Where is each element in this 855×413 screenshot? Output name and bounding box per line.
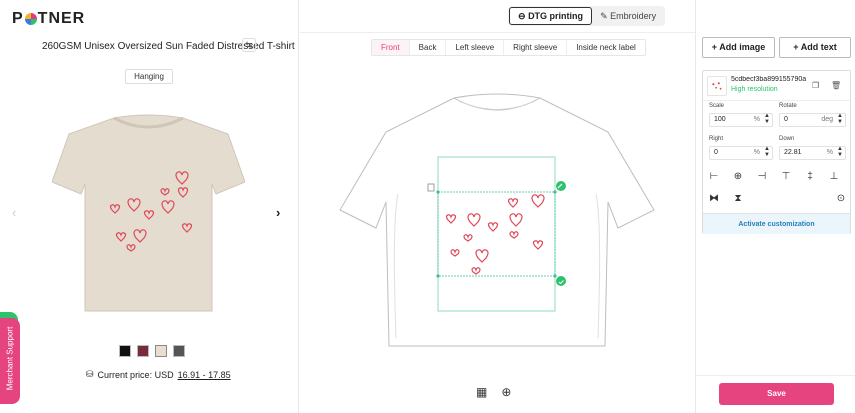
canvas-tools: ▦ ⊕ [476,385,511,399]
prev-arrow-icon[interactable]: ‹ [12,205,16,220]
hanging-button[interactable]: Hanging [125,69,173,84]
copy-icon[interactable]: ❐ [812,81,819,90]
logo-text-left: P [12,10,24,27]
tab-dtg-label: DTG printing [528,11,584,21]
scale-stepper-icon[interactable]: ▲ ▼ [764,113,770,125]
add-image-button[interactable]: + Add image [702,37,775,58]
price-label: Current price: USD [97,369,174,380]
needle-icon: ✎ [600,11,608,21]
color-swatches [119,345,185,357]
align-left-icon[interactable]: ⊢ [709,171,719,182]
down-label: Down [779,136,795,142]
rotate-label: Rotate [779,103,797,109]
rotate-stepper-icon[interactable]: ▲ ▼ [837,113,843,125]
coin-icon: ⛁ [86,369,94,379]
rotate-unit: deg [821,116,833,123]
layer-thumbnail [707,76,727,96]
layer-header[interactable]: 5cdbecf3ba899155790a High resolution ❐ 🗑 [703,71,850,101]
rotate-value: 0 [784,116,788,123]
scale-input[interactable]: 100 % ▲ ▼ [709,113,773,127]
grid-icon[interactable]: ▦ [476,385,487,399]
flip-horizontal-icon[interactable]: ⧓ [709,193,719,204]
divider [300,32,695,33]
align-top-icon[interactable]: ⊤ [781,171,791,182]
activate-customization-button[interactable]: Activate customization [703,213,850,234]
edit-panel: + Add image + Add text 5cdbecf3ba8991557… [695,0,855,413]
scale-label: Scale [709,103,725,109]
swatch-charcoal[interactable] [173,345,185,357]
price: ⛁ Current price: USD 16.91 - 17.85 [86,369,231,380]
side-tab-back[interactable]: Back [410,40,447,55]
layer-file-name: 5cdbecf3ba899155790a [731,76,807,83]
tab-embroidery-label: Embroidery [610,11,657,21]
scale-value: 100 [714,116,726,123]
logo-text-right: TNER [37,10,86,27]
align-bottom-icon[interactable]: ⊥ [829,171,839,182]
down-value: 22.81 [784,149,802,156]
product-panel: P TNER 260GSM Unisex Oversized Sun Faded… [0,0,299,413]
print-side-tabs: Front Back Left sleeve Right sleeve Insi… [371,39,646,56]
merchant-support-button[interactable]: Merchant Support [0,318,20,404]
swap-icon[interactable]: ⇆ [242,38,256,52]
logo: P TNER [12,10,85,28]
right-label: Right [709,136,724,142]
align-right-icon[interactable]: ⊣ [757,171,767,182]
down-stepper-icon[interactable]: ▲ ▼ [837,146,843,158]
printer-icon: ⊖ [518,11,526,21]
swatch-sand-selected[interactable] [155,345,167,357]
right-unit: % [753,149,760,156]
side-tab-right-sleeve[interactable]: Right sleeve [504,40,568,55]
align-center-horizontal-icon[interactable]: ⊕ [733,171,743,182]
merchant-support-label: Merchant Support [5,326,15,391]
transform-toolbar: ⧓ ⧗ ⊙ [709,193,846,204]
right-stepper-icon[interactable]: ▲ ▼ [764,146,770,158]
right-value: 0 [714,149,718,156]
layer-panel: 5cdbecf3ba899155790a High resolution ❐ 🗑… [702,70,851,234]
trash-icon[interactable]: 🗑 [831,81,841,90]
product-title: 260GSM Unisex Oversized Sun Faded Distre… [42,41,295,52]
side-tab-left-sleeve[interactable]: Left sleeve [446,40,505,55]
side-tab-front[interactable]: Front [372,40,410,55]
flip-vertical-icon[interactable]: ⧗ [733,193,743,204]
align-toolbar: ⊢ ⊕ ⊣ ⊤ ‡ ⊥ [709,171,839,182]
side-tab-inside-neck-label[interactable]: Inside neck label [567,40,645,55]
save-button[interactable]: Save [719,383,834,405]
swatch-maroon[interactable] [137,345,149,357]
down-input[interactable]: 22.81 % ▲ ▼ [779,146,846,160]
next-arrow-icon[interactable]: › [276,205,280,220]
tab-dtg-printing[interactable]: ⊖ DTG printing [509,7,593,25]
price-value[interactable]: 16.91 - 17.85 [178,370,231,380]
logo-dot [24,13,37,25]
rotate-input[interactable]: 0 deg ▲ ▼ [779,113,846,127]
swatch-black[interactable] [119,345,131,357]
app: P TNER 260GSM Unisex Oversized Sun Faded… [0,0,855,413]
shirt-preview [52,114,245,312]
divider [696,375,855,376]
align-center-vertical-icon[interactable]: ‡ [805,171,815,182]
add-text-button[interactable]: + Add text [779,37,851,58]
design-canvas: ⊖ DTG printing ✎ Embroidery Front Back L… [300,0,695,413]
reset-rotation-icon[interactable]: ⊙ [836,193,846,204]
shirt-outline-canvas [339,93,655,347]
layer-resolution: High resolution [731,86,778,93]
down-unit: % [826,149,833,156]
scale-unit: % [753,116,760,123]
zoom-in-icon[interactable]: ⊕ [501,385,511,399]
print-method-tabs: ⊖ DTG printing ✎ Embroidery [508,6,666,26]
tab-embroidery[interactable]: ✎ Embroidery [592,7,664,25]
right-input[interactable]: 0 % ▲ ▼ [709,146,773,160]
